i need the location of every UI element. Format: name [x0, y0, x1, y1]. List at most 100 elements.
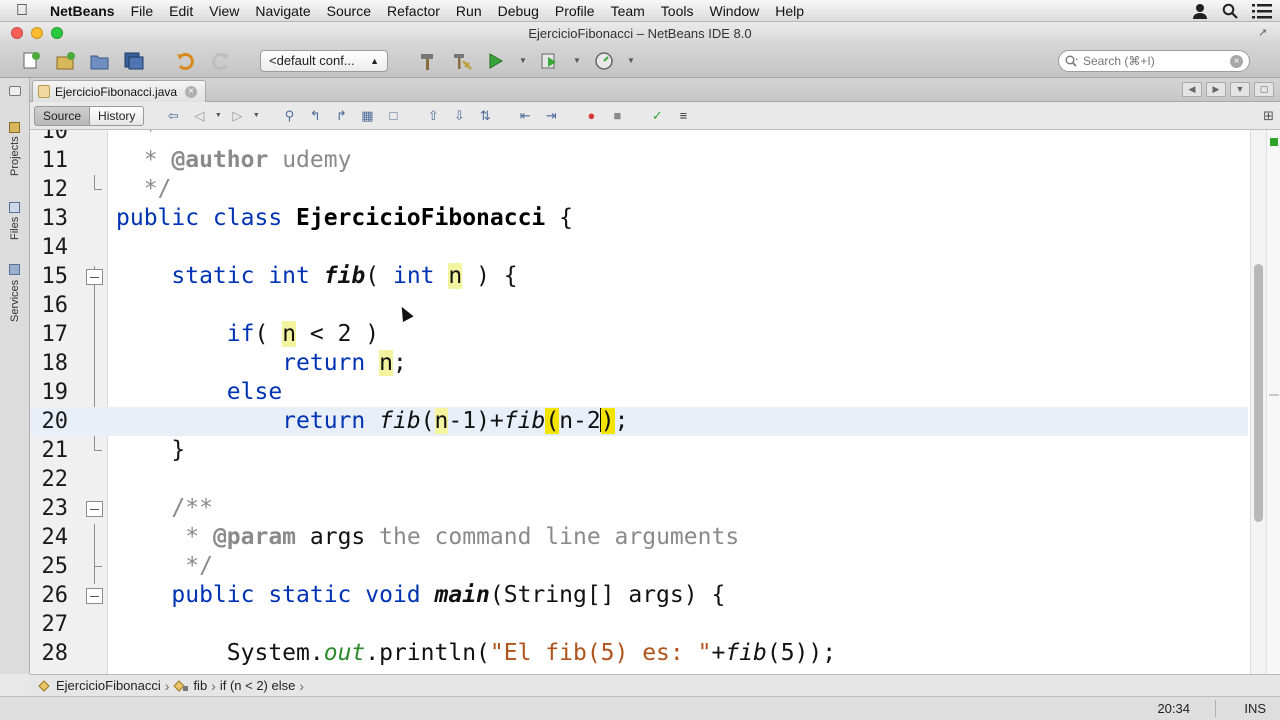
zoom-window-button[interactable] — [51, 27, 63, 39]
toggle-rectangular-selection-icon[interactable]: □ — [382, 106, 404, 126]
menu-app-netbeans[interactable]: NetBeans — [44, 3, 125, 19]
scroll-tabs-left-icon[interactable]: ◀ — [1182, 82, 1202, 97]
editor-vertical-scrollbar[interactable] — [1250, 130, 1266, 674]
run-project-icon[interactable] — [484, 50, 508, 72]
fold-toggle-icon[interactable] — [86, 588, 103, 604]
configuration-select[interactable]: <default conf... ▲ — [260, 49, 388, 72]
history-view-button[interactable]: History — [89, 105, 145, 126]
menu-file[interactable]: File — [125, 3, 164, 19]
minimize-window-button[interactable] — [31, 27, 43, 39]
code-content: 10 * 11 * @author udemy 12 */ 13 public … — [30, 130, 1248, 668]
redo-icon[interactable] — [208, 50, 232, 72]
stop-macro-recording-icon[interactable]: ■ — [606, 106, 628, 126]
new-project-icon[interactable] — [54, 50, 78, 72]
uncomment-icon[interactable]: ≡ — [672, 106, 694, 126]
code-text: return fib(n-1)+fib(n-2); — [282, 408, 629, 434]
tab-services[interactable]: Services — [3, 258, 27, 328]
menu-edit[interactable]: Edit — [163, 3, 203, 19]
comment-icon[interactable]: ✓ — [646, 106, 668, 126]
scroll-tabs-right-icon[interactable]: ▶ — [1206, 82, 1226, 97]
undo-icon[interactable] — [174, 50, 198, 72]
tab-projects[interactable]: Projects — [3, 112, 27, 186]
fullscreen-icon[interactable]: ↗ — [1258, 26, 1272, 40]
back-dropdown-icon[interactable]: ▼ — [214, 106, 222, 126]
last-edit-icon[interactable]: ⇦ — [162, 106, 184, 126]
line-number: 19 — [41, 380, 69, 405]
previous-bookmark-icon[interactable]: ⇧ — [422, 106, 444, 126]
ide-search-box[interactable]: × — [1058, 50, 1250, 72]
debug-dropdown-icon[interactable]: ▼ — [572, 50, 582, 72]
menu-tools[interactable]: Tools — [655, 3, 704, 19]
tab-navigation: ◀ ▶ ▼ ▢ — [1182, 82, 1274, 97]
fold-toggle-icon[interactable] — [86, 501, 103, 517]
clear-search-icon[interactable]: × — [1230, 54, 1243, 68]
menu-view[interactable]: View — [203, 3, 249, 19]
param-name: args — [309, 524, 366, 550]
next-bookmark-icon[interactable]: ⇩ — [448, 106, 470, 126]
breadcrumb-class[interactable]: EjercicioFibonacci › — [38, 678, 169, 694]
menu-source[interactable]: Source — [321, 3, 381, 19]
breadcrumb-method[interactable]: fib › — [173, 678, 216, 694]
code-text: public class EjercicioFibonacci { — [116, 205, 573, 231]
menu-team[interactable]: Team — [605, 3, 655, 19]
find-icon[interactable]: ⚲ — [278, 106, 300, 126]
spotlight-search-icon[interactable] — [1222, 3, 1238, 19]
scrollbar-thumb[interactable] — [1254, 264, 1263, 522]
split-editor-icon[interactable]: ⊞ — [1263, 108, 1274, 124]
profile-dropdown-icon[interactable]: ▼ — [626, 50, 636, 72]
code-text: if( n < 2 ) — [226, 321, 380, 347]
shift-line-left-icon[interactable]: ⇤ — [514, 106, 536, 126]
code-line: 28 System.out.println("El fib(5) es: "+f… — [30, 639, 1248, 668]
profile-project-icon[interactable] — [592, 50, 616, 72]
source-view-button[interactable]: Source — [34, 105, 91, 126]
menu-navigate[interactable]: Navigate — [249, 3, 320, 19]
user-icon[interactable] — [1192, 3, 1208, 19]
editor-tab-ejerciciofibonacci[interactable]: EjercicioFibonacci.java × — [32, 80, 207, 102]
forward-icon[interactable]: ▷ — [226, 106, 248, 126]
find-next-icon[interactable]: ↱ — [330, 106, 352, 126]
search-input[interactable] — [1083, 54, 1223, 68]
shift-line-right-icon[interactable]: ⇥ — [540, 106, 562, 126]
menu-refactor[interactable]: Refactor — [381, 3, 450, 19]
back-icon[interactable]: ◁ — [188, 106, 210, 126]
open-project-icon[interactable] — [88, 50, 112, 72]
line-number: 20 — [41, 409, 69, 434]
caret-position-mark[interactable] — [1269, 394, 1279, 396]
toggle-bookmark-icon[interactable]: ⇅ — [474, 106, 496, 126]
minimize-group-icon[interactable] — [9, 86, 21, 96]
apple-icon[interactable]:  — [0, 2, 44, 20]
close-tab-icon[interactable]: × — [185, 85, 198, 98]
menu-debug[interactable]: Debug — [492, 3, 549, 19]
find-previous-icon[interactable]: ↰ — [304, 106, 326, 126]
clean-build-icon[interactable] — [450, 50, 474, 72]
maximize-window-icon[interactable]: ▢ — [1254, 82, 1274, 97]
error-stripe[interactable] — [1266, 130, 1280, 674]
run-dropdown-icon[interactable]: ▼ — [518, 50, 528, 72]
menu-run[interactable]: Run — [450, 3, 492, 19]
class-icon — [38, 679, 50, 692]
debug-project-icon[interactable] — [538, 50, 562, 72]
save-all-icon[interactable] — [122, 50, 146, 72]
menu-window[interactable]: Window — [703, 3, 769, 19]
menu-help[interactable]: Help — [769, 3, 814, 19]
param-description: the command line arguments — [379, 524, 740, 550]
notification-list-icon[interactable] — [1252, 3, 1272, 19]
menu-profile[interactable]: Profile — [549, 3, 605, 19]
build-hammer-icon[interactable] — [416, 50, 440, 72]
tab-projects-label: Projects — [9, 136, 21, 177]
fold-toggle-icon[interactable] — [86, 269, 103, 285]
code-text: public static void main(String[] args) { — [171, 582, 726, 608]
code-text: System.out.println("El fib(5) es: "+fib(… — [116, 640, 837, 666]
author-name: udemy — [282, 147, 352, 173]
new-file-icon[interactable] — [20, 50, 44, 72]
show-opened-documents-icon[interactable]: ▼ — [1230, 82, 1250, 97]
close-window-button[interactable] — [11, 27, 23, 39]
insert-mode: INS — [1244, 701, 1266, 716]
tab-files[interactable]: Files — [3, 196, 27, 246]
forward-dropdown-icon[interactable]: ▼ — [252, 106, 260, 126]
window-title-bar: EjercicioFibonacci – NetBeans IDE 8.0 ↗ — [0, 22, 1280, 44]
code-editor[interactable]: 10 * 11 * @author udemy 12 */ 13 public … — [30, 130, 1280, 674]
toggle-highlight-icon[interactable]: ▦ — [356, 106, 378, 126]
breadcrumb-statement[interactable]: if (n < 2) else › — [220, 678, 304, 694]
start-macro-recording-icon[interactable]: ● — [580, 106, 602, 126]
